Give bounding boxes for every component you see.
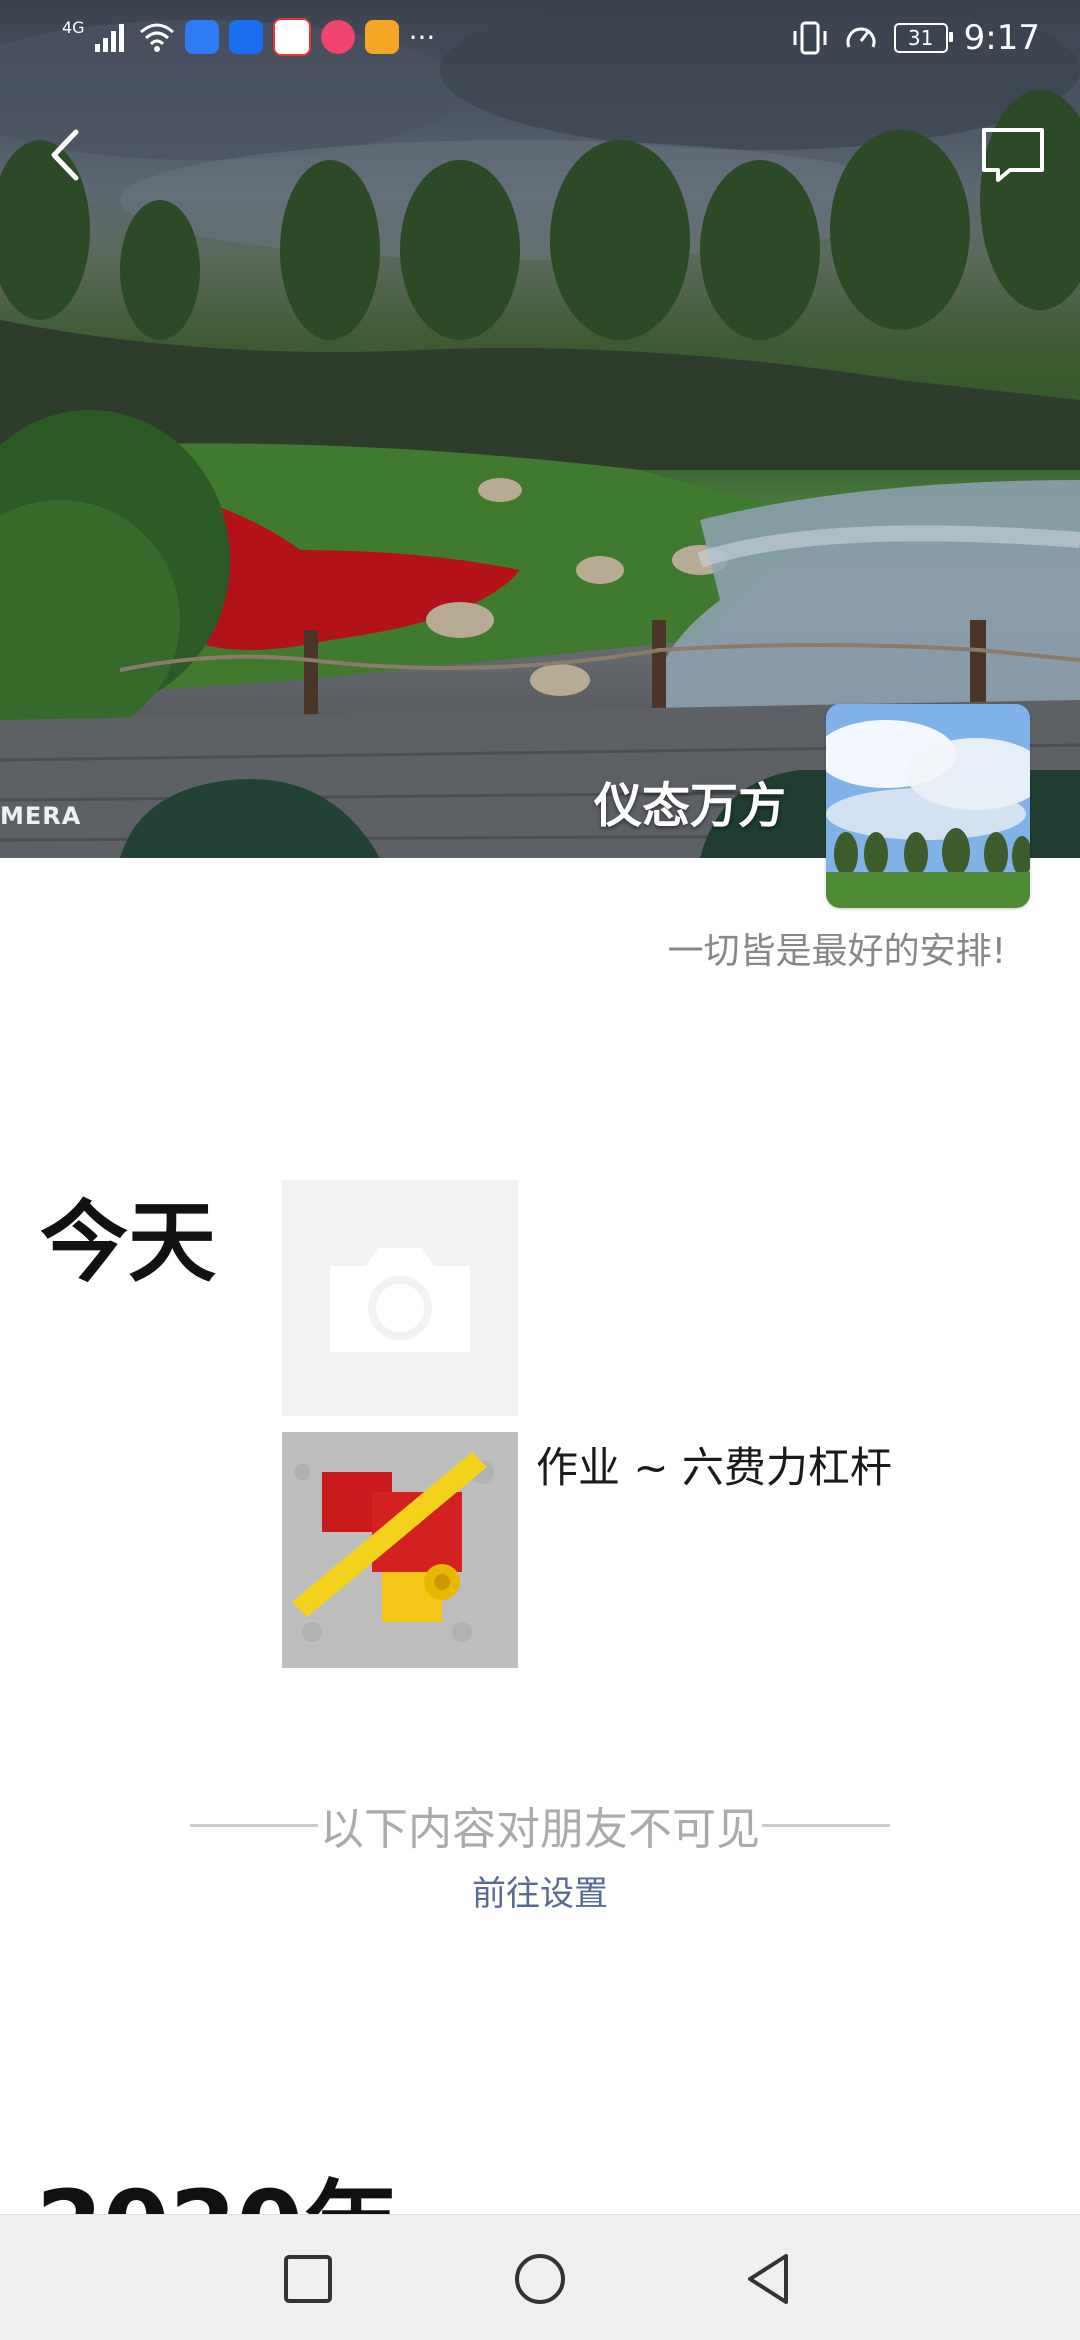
avatar-image: [826, 704, 1030, 908]
divider-rule-right: [762, 1823, 890, 1827]
user-nickname[interactable]: 仪态万方: [594, 766, 786, 836]
post-caption[interactable]: 作业 ~ 六费力杠杆: [536, 1434, 892, 1495]
chevron-left-icon: [51, 129, 79, 181]
lego-lever-image: [282, 1432, 518, 1668]
app-baidu-icon: [272, 18, 311, 56]
back-button[interactable]: [30, 118, 104, 192]
hidden-content-divider: 以下内容对朋友不可见: [190, 1800, 890, 1855]
network-label: 4G: [62, 17, 85, 37]
nav-back-button[interactable]: [742, 2251, 798, 2307]
signal-icon: [94, 24, 124, 52]
system-nav-bar: [0, 2214, 1080, 2340]
wifi-icon: [139, 23, 174, 52]
app-feishu-icon: [184, 20, 219, 54]
profile-signature: 一切皆是最好的安排!: [667, 931, 1006, 972]
camera-icon: [330, 1248, 470, 1352]
more-notifications: ···: [408, 20, 436, 54]
app-lark-icon: [228, 20, 263, 54]
messages-button[interactable]: [976, 118, 1050, 192]
post-new-photo-button[interactable]: [282, 1180, 518, 1416]
goto-settings-link[interactable]: 前往设置: [0, 1866, 1080, 1915]
status-bar: 4G ··· 31 9:17: [0, 0, 1080, 74]
speed-icon: [846, 27, 876, 48]
app-meitu-icon: [320, 20, 355, 54]
divider-rule-left: [190, 1823, 318, 1827]
hidden-content-notice: 以下内容对朋友不可见: [320, 1804, 760, 1855]
home-button[interactable]: [512, 2251, 568, 2307]
app-notes-icon: [364, 20, 399, 54]
triangle-back-icon: [748, 2254, 788, 2304]
circle-icon: [515, 2254, 565, 2304]
moments-page: 4G ··· 31 9:17 MERA 仪态万方 一切皆是最好的安排! 今天 作…: [0, 0, 1080, 2340]
post-image[interactable]: [282, 1432, 518, 1668]
cover-watermark: MERA: [0, 802, 82, 830]
avatar[interactable]: [826, 704, 1030, 908]
clock: 9:17: [963, 18, 1040, 58]
battery-indicator: 31: [893, 23, 953, 53]
vibrate-icon: [793, 21, 827, 55]
today-label: 今天: [40, 1191, 217, 1294]
message-icon: [982, 128, 1044, 182]
square-icon: [284, 2255, 332, 2303]
recent-apps-button[interactable]: [280, 2251, 336, 2307]
battery-level: 31: [907, 26, 934, 50]
